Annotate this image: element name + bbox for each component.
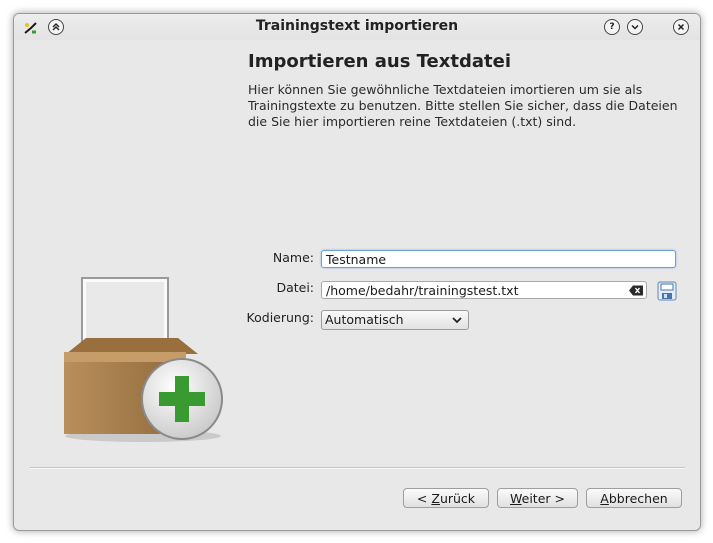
file-path-field[interactable]: /home/bedahr/trainingstest.txt <box>321 281 647 299</box>
open-file-icon[interactable] <box>657 281 677 301</box>
import-dialog: Trainingstext importieren ? Importieren … <box>13 13 701 531</box>
minimize-icon[interactable] <box>627 19 643 35</box>
cancel-button[interactable]: Abbrechen <box>586 488 682 508</box>
help-icon[interactable]: ? <box>604 19 620 35</box>
window-title: Trainingstext importieren <box>255 18 459 34</box>
file-path-value: /home/bedahr/trainingstest.txt <box>326 283 519 298</box>
chevron-down-icon <box>452 317 462 324</box>
page-description: Hier können Sie gewöhnliche Textdateien … <box>248 82 678 129</box>
file-label: Datei: <box>276 280 314 295</box>
clear-field-icon[interactable] <box>629 285 643 296</box>
encoding-label: Kodierung: <box>246 310 314 325</box>
name-label: Name: <box>272 250 314 265</box>
close-icon[interactable] <box>673 19 689 35</box>
title-bar[interactable]: Trainingstext importieren ? <box>14 14 700 40</box>
back-button[interactable]: < Zurück <box>403 488 489 508</box>
import-box-icon <box>64 277 223 442</box>
next-button[interactable]: Weiter > <box>497 488 578 508</box>
encoding-select[interactable]: Automatisch <box>321 310 469 330</box>
button-divider <box>30 467 685 469</box>
page-title: Importieren aus Textdatei <box>248 51 511 72</box>
name-field[interactable]: Testname <box>321 250 676 268</box>
encoding-value: Automatisch <box>325 312 404 327</box>
